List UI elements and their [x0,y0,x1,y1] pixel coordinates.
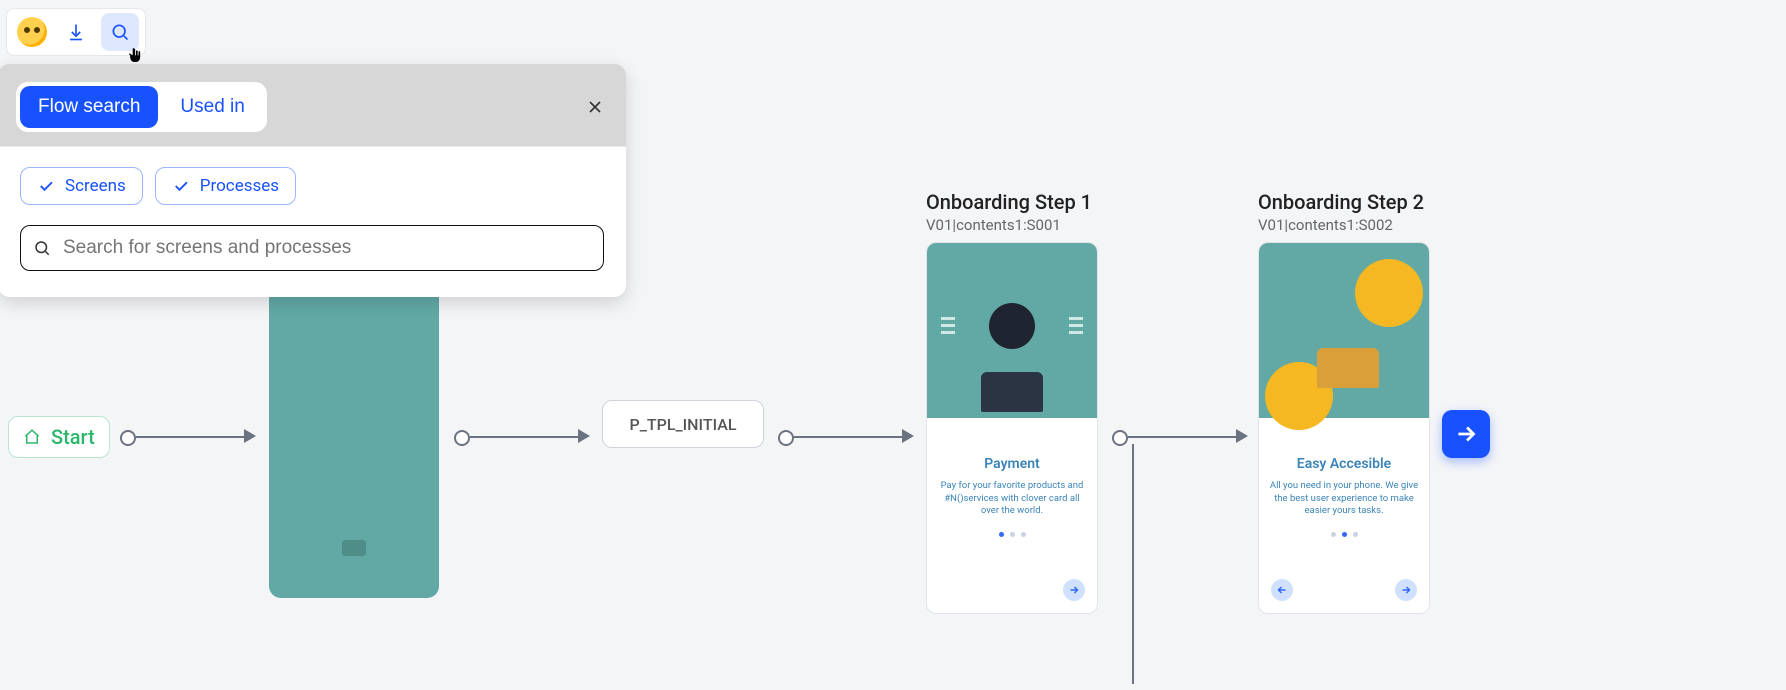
screen-title: Onboarding Step 1 [926,190,1096,214]
check-icon [37,177,55,195]
search-icon [33,239,51,257]
screen-card-onboarding-2[interactable]: Onboarding Step 2 V01|contents1:S002 Eas… [1258,190,1428,614]
check-icon [172,177,190,195]
screen-ref: V01|contents1:S002 [1258,216,1428,234]
tab-flow-search[interactable]: Flow search [20,86,158,128]
start-label: Start [51,425,95,449]
screen-chip [342,540,366,556]
arrow-icon [1236,429,1248,443]
arrow-icon [244,429,256,443]
filter-screens[interactable]: Screens [20,167,143,205]
screen-card-onboarding-1[interactable]: Onboarding Step 1 V01|contents1:S001 Pay… [926,190,1096,614]
edge [1128,436,1236,438]
filter-screens-label: Screens [65,176,126,196]
screen-heading: Payment [984,456,1040,472]
next-button[interactable] [1063,579,1085,601]
edge [136,436,244,438]
page-dots [999,532,1026,537]
edge [470,436,578,438]
port[interactable] [778,430,794,446]
next-button[interactable] [1395,579,1417,601]
edge-vertical [1132,444,1134,684]
arrow-right-icon [1400,584,1412,596]
start-node[interactable]: Start [8,416,110,458]
filter-processes-label: Processes [200,176,279,196]
continue-button[interactable] [1442,410,1490,458]
arrow-right-icon [1068,584,1080,596]
close-icon [585,97,605,117]
screen-hero [1259,243,1429,418]
screen-heading: Easy Accesible [1297,456,1391,472]
screen-hero [927,243,1097,418]
arrow-icon [902,429,914,443]
arrow-right-icon [1453,421,1479,447]
arrow-icon [578,429,590,443]
arrow-left-icon [1276,584,1288,596]
tab-used-in[interactable]: Used in [162,86,262,128]
page-dots [1331,532,1358,537]
close-button[interactable] [582,94,608,120]
search-input[interactable] [61,236,591,260]
process-node[interactable]: P_TPL_INITIAL [602,400,764,448]
screen-frame: Payment Pay for your favorite products a… [926,242,1098,614]
port[interactable] [120,430,136,446]
home-icon [23,428,41,446]
port[interactable] [1112,430,1128,446]
port[interactable] [454,430,470,446]
search-panel: Flow search Used in Screens Processes [0,64,626,297]
screen-ref: V01|contents1:S001 [926,216,1096,234]
screen-title: Onboarding Step 2 [1258,190,1428,214]
screen-desc: All you need in your phone. We give the … [1269,480,1419,518]
edge [794,436,902,438]
screen-desc: Pay for your favorite products and #N()s… [937,480,1087,518]
screen-frame: Easy Accesible All you need in your phon… [1258,242,1430,614]
tab-group: Flow search Used in [16,82,267,132]
prev-button[interactable] [1271,579,1293,601]
search-field[interactable] [20,225,604,271]
filter-processes[interactable]: Processes [155,167,296,205]
process-label: P_TPL_INITIAL [630,415,737,434]
